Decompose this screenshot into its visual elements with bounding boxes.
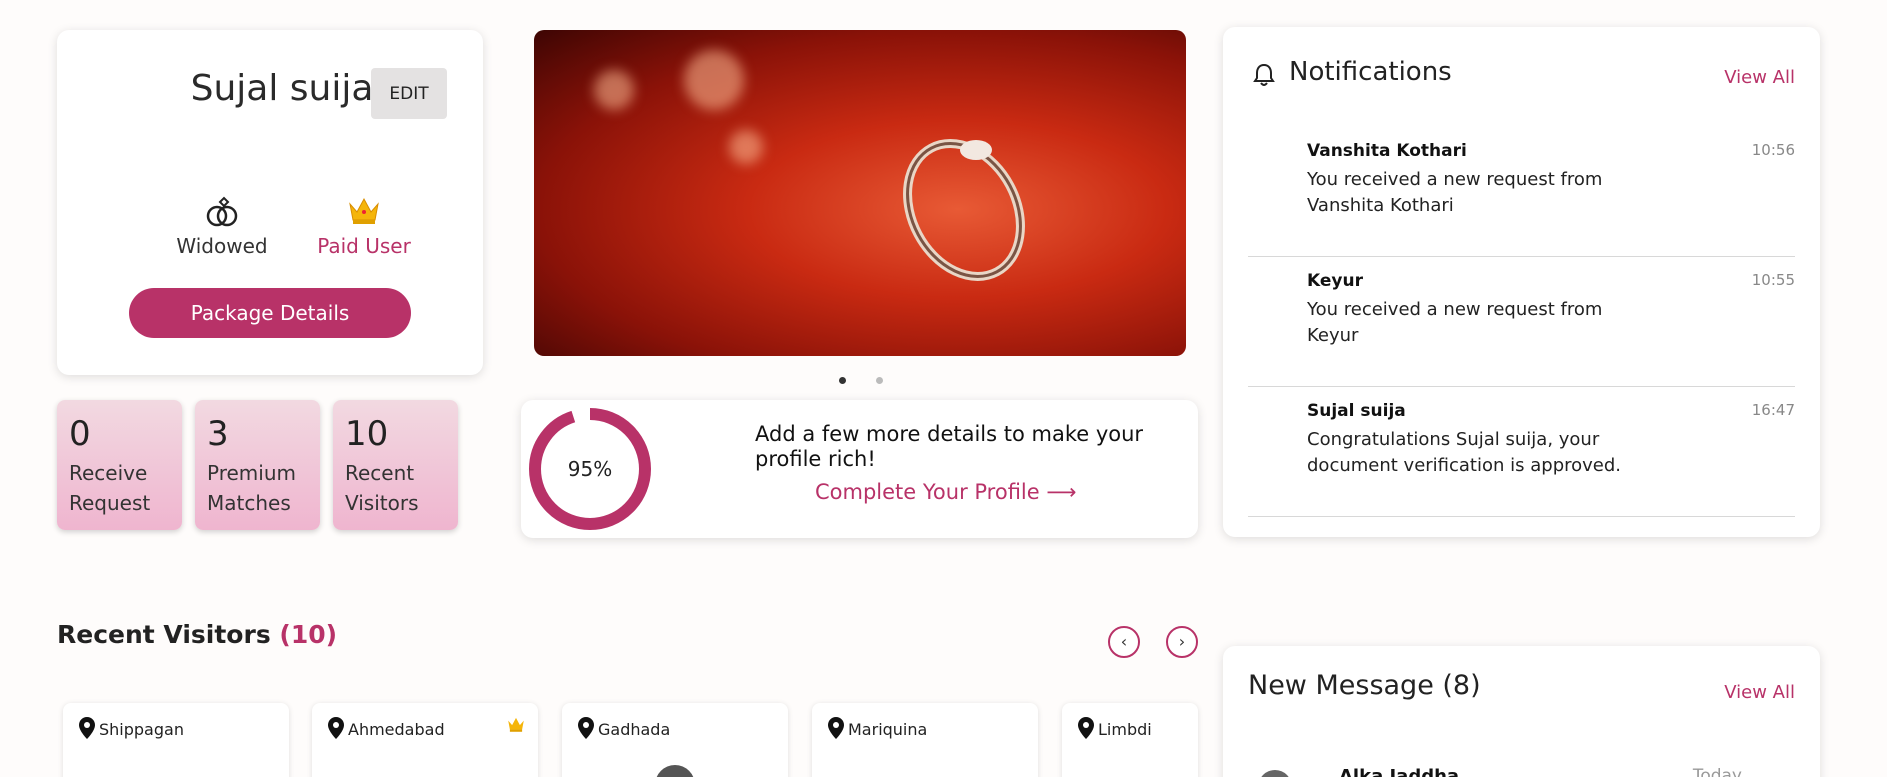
- visitor-location: Ahmedabad: [328, 717, 445, 739]
- notification-item[interactable]: Vanshita Kothari 10:56 You received a ne…: [1248, 127, 1795, 257]
- bell-icon: [1253, 63, 1275, 91]
- notifications-view-all-link[interactable]: View All: [1724, 67, 1795, 88]
- recent-visitors-count: (10): [279, 620, 338, 649]
- profile-completion-card: 95% Add a few more details to make your …: [521, 400, 1198, 538]
- location-pin-icon: [828, 717, 844, 739]
- visitor-card[interactable]: Ahmedabad: [312, 703, 538, 777]
- location-pin-icon: [328, 717, 344, 739]
- visitors-prev-button[interactable]: ‹: [1108, 626, 1140, 658]
- new-message-title: New Message (8): [1248, 670, 1481, 701]
- ring-image: [903, 139, 1025, 281]
- visitors-next-button[interactable]: ›: [1166, 626, 1198, 658]
- stat-label: Receive Request: [69, 461, 151, 515]
- messages-view-all-link[interactable]: View All: [1724, 682, 1795, 703]
- notification-item[interactable]: Sujal suija 16:47 Congratulations Sujal …: [1248, 387, 1795, 517]
- package-details-button[interactable]: Package Details: [129, 288, 411, 338]
- stat-receive-request[interactable]: 0 Receive Request: [57, 400, 182, 530]
- arrow-right-icon: ⟶: [1046, 480, 1077, 504]
- recent-visitors-title: Recent Visitors (10): [57, 620, 337, 649]
- visitor-card[interactable]: Gadhada: [562, 703, 788, 777]
- visitor-card[interactable]: Mariquina: [812, 703, 1038, 777]
- visitor-location: Mariquina: [828, 717, 927, 739]
- marital-status: Widowed: [147, 194, 297, 258]
- banner-image: [534, 30, 1186, 356]
- visitor-card[interactable]: Shippagan: [63, 703, 289, 777]
- carousel-dot-2[interactable]: [876, 377, 883, 384]
- complete-profile-link[interactable]: Complete Your Profile ⟶: [815, 480, 1076, 504]
- message-time: Today: [1692, 766, 1742, 777]
- carousel-dot-1[interactable]: [839, 377, 846, 384]
- complete-profile-label: Complete Your Profile: [815, 480, 1040, 504]
- stat-label: Premium Matches: [207, 461, 296, 515]
- notification-sender: Vanshita Kothari: [1307, 141, 1467, 161]
- visitor-location-label: Limbdi: [1098, 720, 1152, 739]
- progress-message: Add a few more details to make your prof…: [755, 422, 1144, 471]
- progress-percent: 95%: [567, 457, 613, 481]
- avatar: [655, 765, 695, 777]
- visitor-card[interactable]: Limbdi: [1062, 703, 1198, 777]
- edit-button[interactable]: EDIT: [371, 68, 447, 119]
- notifications-card: Notifications View All Vanshita Kothari …: [1223, 27, 1820, 537]
- visitor-location: Gadhada: [578, 717, 670, 739]
- marital-status-label: Widowed: [176, 234, 268, 258]
- profile-card: Sujal suija EDIT Widowed Paid User Packa…: [57, 30, 483, 375]
- rings-icon: [147, 194, 297, 230]
- notification-time: 10:56: [1751, 141, 1795, 159]
- notification-message: You received a new request from Vanshita…: [1307, 169, 1603, 216]
- stat-value: 3: [207, 414, 229, 454]
- notification-message: Congratulations Sujal suija, your docume…: [1307, 429, 1622, 476]
- crown-icon: [279, 194, 449, 230]
- location-pin-icon: [1078, 717, 1094, 739]
- stat-recent-visitors[interactable]: 10 Recent Visitors: [333, 400, 458, 530]
- stat-label: Recent Visitors: [345, 461, 419, 515]
- notification-time: 16:47: [1751, 401, 1795, 419]
- stat-value: 10: [345, 414, 389, 454]
- notifications-title: Notifications: [1289, 57, 1452, 87]
- visitor-location-label: Gadhada: [598, 720, 671, 739]
- avatar: [1258, 770, 1292, 777]
- new-message-card: New Message (8) View All Alka Jaddha Tod…: [1223, 646, 1820, 777]
- user-type: Paid User: [279, 194, 449, 258]
- crown-icon: [506, 715, 526, 738]
- notification-time: 10:55: [1751, 271, 1795, 289]
- notification-sender: Sujal suija: [1307, 401, 1406, 421]
- location-pin-icon: [578, 717, 594, 739]
- visitor-location-label: Mariquina: [848, 720, 928, 739]
- visitor-location-label: Ahmedabad: [348, 720, 445, 739]
- user-type-label: Paid User: [317, 234, 411, 258]
- message-sender: Alka Jaddha: [1339, 766, 1460, 777]
- profile-name: Sujal suija: [190, 68, 374, 109]
- stat-premium-matches[interactable]: 3 Premium Matches: [195, 400, 320, 530]
- visitor-location: Shippagan: [79, 717, 184, 739]
- notification-item[interactable]: Keyur 10:55 You received a new request f…: [1248, 257, 1795, 387]
- recent-visitors-label: Recent Visitors: [57, 620, 271, 649]
- notification-sender: Keyur: [1307, 271, 1363, 291]
- visitor-location: Limbdi: [1078, 717, 1152, 739]
- visitor-location-label: Shippagan: [99, 720, 184, 739]
- stat-value: 0: [69, 414, 91, 454]
- notification-message: You received a new request from Keyur: [1307, 299, 1603, 346]
- location-pin-icon: [79, 717, 95, 739]
